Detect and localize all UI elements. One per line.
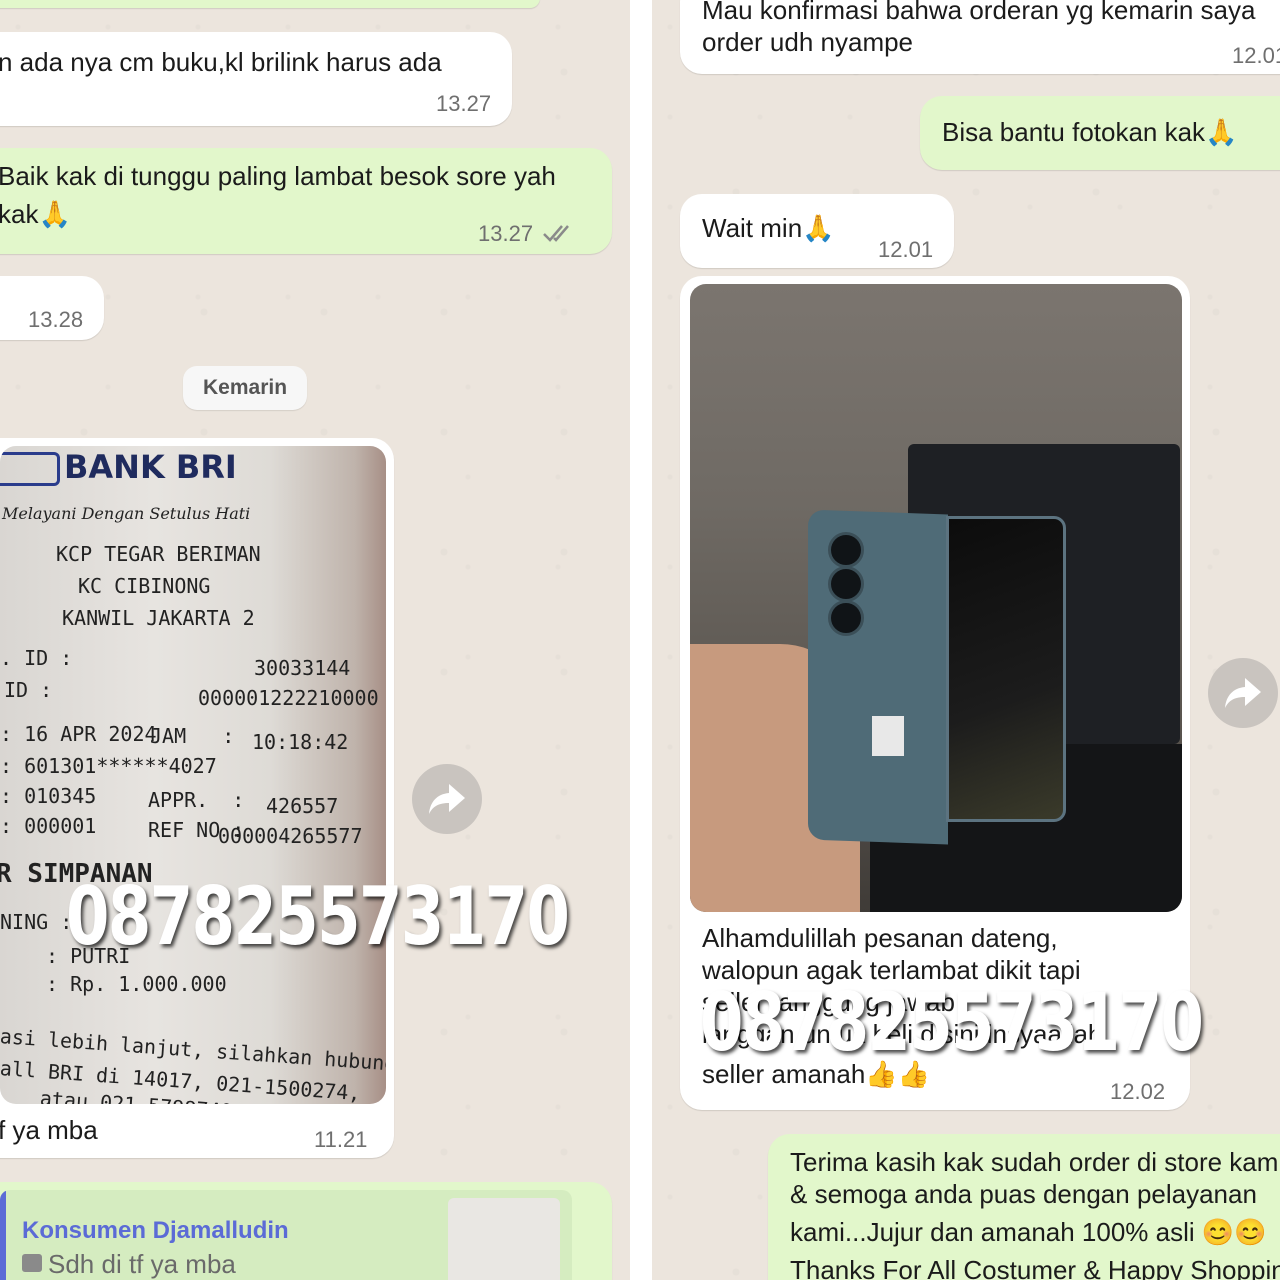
outgoing-message-bubble[interactable]: Bisa bantu fotokan kak🙏 (920, 96, 1280, 170)
message-time: 13.27 (478, 221, 534, 246)
receipt-label: : 000001 (0, 814, 97, 838)
receipt-value: 10:18:42 (252, 730, 349, 754)
phone-photo[interactable] (690, 284, 1182, 912)
incoming-message-bubble[interactable]: Mau konfirmasi bahwa orderan yg kemarin … (680, 0, 1280, 74)
phone-watermark: 087825573170 (700, 976, 1204, 1069)
incoming-image-message[interactable]: BANK BRI Melayani Dengan Setulus Hati KC… (0, 438, 394, 1158)
receipt-branch-3: KANWIL JAKARTA 2 (62, 606, 255, 630)
quoted-message[interactable]: Konsumen Djamalludin Sdh di tf ya mba (0, 1190, 572, 1280)
camera-lens (828, 566, 864, 602)
forward-arrow-icon[interactable] (1208, 658, 1278, 728)
message-text-line4: Thanks For All Costumer & Happy Shopping (790, 1255, 1280, 1280)
message-text-line2: order udh nyampe (702, 27, 914, 57)
receipt-tagline: Melayani Dengan Setulus Hati (2, 504, 251, 523)
panel-divider (630, 0, 652, 1280)
receipt-value: 426557 (266, 794, 339, 818)
receipt-label: JAM : (150, 724, 235, 748)
message-time: 13.27 (436, 91, 492, 116)
outgoing-bubble-top-edge (0, 0, 540, 8)
message-text: Bisa bantu fotokan kak🙏 (942, 117, 1238, 147)
camera-lens (828, 600, 864, 636)
message-text-line1: Baik kak di tunggu paling lambat besok s… (0, 161, 556, 191)
outgoing-message-bubble[interactable]: Terima kasih kak sudah order di store ka… (768, 1134, 1280, 1280)
receipt-bank-name: BANK BRI (64, 448, 237, 486)
message-time: 13.28 (28, 307, 84, 332)
message-time: 12.01 (1232, 43, 1280, 68)
receipt-amount: : Rp. 1.000.000 (46, 972, 227, 996)
message-time: 12.01 (878, 237, 934, 262)
phone-watermark: 087825573170 (66, 870, 570, 963)
bri-logo (0, 452, 60, 486)
receipt-label: : 16 APR 2024 (0, 722, 157, 746)
receipt-value: 30033144 (254, 656, 351, 680)
outgoing-reply-bubble[interactable]: Konsumen Djamalludin Sdh di tf ya mba (0, 1182, 612, 1280)
camera-lens (828, 532, 864, 568)
receipt-value: 000004265577 (218, 824, 363, 848)
message-text-line1: Terima kasih kak sudah order di store ka… (790, 1147, 1280, 1177)
message-time: 12.02 (1110, 1079, 1166, 1104)
left-chat-panel: n ada nya cm buku,kl brilink harus ada 1… (0, 0, 630, 1280)
message-text-line3: kami...Jujur dan amanah 100% asli 😊😊 (790, 1217, 1267, 1247)
forward-arrow-icon[interactable] (412, 764, 482, 834)
receipt-label: NING : (0, 910, 73, 934)
quote-accent-bar (0, 1190, 6, 1280)
message-text: n ada nya cm buku,kl brilink harus ada (0, 47, 442, 77)
quote-text: Sdh di tf ya mba (48, 1249, 236, 1279)
incoming-message-bubble[interactable]: Wait min🙏 12.01 (680, 194, 954, 268)
phone-screen (946, 516, 1066, 822)
message-text-line1: Mau konfirmasi bahwa orderan yg kemarin … (702, 0, 1256, 25)
quote-author: Konsumen Djamalludin (22, 1217, 289, 1244)
message-text: Wait min🙏 (702, 213, 835, 243)
receipt-label: ID : (4, 678, 53, 702)
right-chat-panel: Mau konfirmasi bahwa orderan yg kemarin … (652, 0, 1280, 1280)
outgoing-message-bubble[interactable]: Baik kak di tunggu paling lambat besok s… (0, 148, 612, 254)
caption-line: Alhamdulillah pesanan dateng, (702, 923, 1058, 953)
phone-sticker (872, 716, 904, 756)
phone-back (808, 509, 948, 845)
receipt-branch-2: KC CIBINONG (78, 574, 211, 598)
photo-icon (22, 1254, 42, 1272)
receipt-label: : 010345 (0, 784, 97, 808)
image-caption: f ya mba (0, 1115, 98, 1145)
receipt-value: 000001222210000 (198, 686, 379, 710)
receipt-label: APPR. : (148, 788, 245, 812)
message-text-line2: & semoga anda puas dengan pelayanan (790, 1179, 1257, 1209)
message-text-line2: kak🙏 (0, 199, 71, 229)
incoming-message-bubble[interactable]: n ada nya cm buku,kl brilink harus ada 1… (0, 32, 512, 126)
double-check-icon (542, 220, 578, 252)
receipt-photo[interactable]: BANK BRI Melayani Dengan Setulus Hati KC… (0, 446, 386, 1104)
receipt-label: : 601301******4027 (0, 754, 217, 778)
receipt-branch-1: KCP TEGAR BERIMAN (56, 542, 261, 566)
incoming-message-bubble[interactable]: 13.28 (0, 276, 104, 340)
quote-thumbnail (448, 1198, 560, 1280)
receipt-label: . ID : (0, 646, 73, 670)
message-time: 11.21 (314, 1127, 368, 1152)
date-chip: Kemarin (183, 366, 308, 410)
